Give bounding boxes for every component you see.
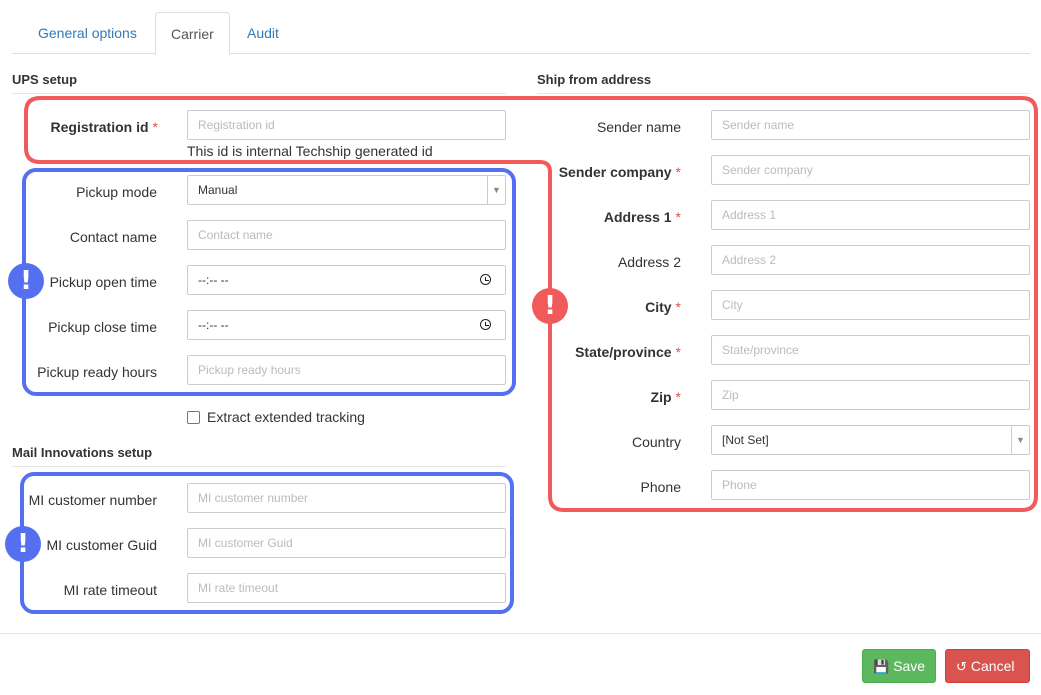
- address1-label: Address 1 *: [603, 209, 681, 225]
- registration-id-input[interactable]: Registration id: [187, 110, 506, 140]
- address2-label: Address 2: [617, 254, 681, 270]
- country-label: Country: [631, 434, 681, 450]
- pickup-open-time-label: Pickup open time: [49, 274, 157, 290]
- clock-icon[interactable]: [480, 319, 491, 330]
- mi-customer-number-input[interactable]: MI customer number: [187, 483, 506, 513]
- phone-label: Phone: [640, 479, 681, 495]
- alert-icon: !: [532, 288, 568, 324]
- pickup-open-time-input[interactable]: --:-- --: [187, 265, 506, 295]
- pickup-close-time-label: Pickup close time: [48, 319, 157, 335]
- mi-customer-guid-input[interactable]: MI customer Guid: [187, 528, 506, 558]
- mi-rate-timeout-label: MI rate timeout: [63, 582, 157, 598]
- zip-input[interactable]: Zip: [711, 380, 1030, 410]
- mail-innovations-title: Mail Innovations setup: [12, 445, 506, 467]
- sender-name-input[interactable]: Sender name: [711, 110, 1030, 140]
- sender-name-label: Sender name: [596, 119, 681, 135]
- alert-icon: !: [5, 526, 41, 562]
- ship-from-title: Ship from address: [537, 72, 1030, 94]
- phone-input[interactable]: Phone: [711, 470, 1030, 500]
- city-input[interactable]: City: [711, 290, 1030, 320]
- save-icon: 💾: [873, 660, 890, 675]
- sender-company-label: Sender company *: [558, 164, 681, 180]
- address1-input[interactable]: Address 1: [711, 200, 1030, 230]
- state-province-input[interactable]: State/province: [711, 335, 1030, 365]
- pickup-close-time-input[interactable]: --:-- --: [187, 310, 506, 340]
- mi-rate-timeout-input[interactable]: MI rate timeout: [187, 573, 506, 603]
- extended-tracking-label[interactable]: Extract extended tracking: [207, 409, 365, 425]
- registration-id-label: Registration id *: [50, 119, 158, 135]
- address2-input[interactable]: Address 2: [711, 245, 1030, 275]
- pickup-mode-select[interactable]: Manual ▼: [187, 175, 506, 205]
- tab-audit[interactable]: Audit: [232, 12, 294, 54]
- registration-id-help: This id is internal Techship generated i…: [187, 143, 433, 159]
- contact-name-input[interactable]: Contact name: [187, 220, 506, 250]
- tab-bar: General options Carrier Audit: [12, 12, 1030, 55]
- cancel-button[interactable]: ↺ Cancel: [945, 649, 1030, 683]
- country-select[interactable]: [Not Set] ▼: [711, 425, 1030, 455]
- tab-carrier[interactable]: Carrier: [155, 12, 230, 55]
- footer-divider: [0, 633, 1041, 634]
- undo-icon: ↺: [956, 660, 967, 675]
- save-button[interactable]: 💾 Save: [862, 649, 936, 683]
- clock-icon[interactable]: [480, 274, 491, 285]
- chevron-down-icon: ▼: [487, 176, 505, 204]
- pickup-mode-label: Pickup mode: [76, 184, 157, 200]
- zip-label: Zip *: [650, 389, 681, 405]
- contact-name-label: Contact name: [69, 229, 157, 245]
- extended-tracking-checkbox[interactable]: [187, 411, 200, 424]
- alert-icon: !: [8, 263, 44, 299]
- city-label: City *: [645, 299, 681, 315]
- pickup-ready-hours-input[interactable]: Pickup ready hours: [187, 355, 506, 385]
- chevron-down-icon: ▼: [1011, 426, 1029, 454]
- mi-customer-number-label: MI customer number: [28, 492, 157, 508]
- pickup-ready-hours-label: Pickup ready hours: [37, 364, 157, 380]
- tab-general-options[interactable]: General options: [23, 12, 152, 54]
- ups-setup-title: UPS setup: [12, 72, 506, 94]
- sender-company-input[interactable]: Sender company: [711, 155, 1030, 185]
- state-province-label: State/province *: [575, 344, 681, 360]
- mi-customer-guid-label: MI customer Guid: [46, 537, 157, 553]
